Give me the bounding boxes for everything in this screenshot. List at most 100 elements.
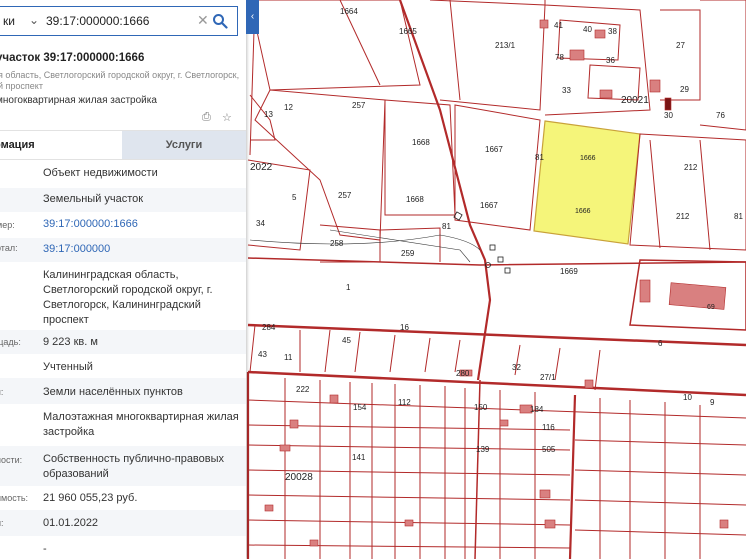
row-value: Собственность публично-правовых образова…	[43, 453, 225, 480]
row-key: и:	[0, 518, 4, 528]
label-1665: 1665	[399, 27, 417, 36]
label-81a: 81	[535, 153, 544, 162]
label-1664: 1664	[340, 7, 358, 16]
row-key: я:	[0, 387, 4, 397]
collapse-panel-button[interactable]: ‹	[246, 0, 259, 34]
row-extra: -	[0, 536, 246, 559]
label-284: 284	[262, 323, 276, 332]
search-bar[interactable]: ки ⌄ 39:17:000000:1666 ✕	[0, 6, 238, 36]
label-154: 154	[353, 403, 367, 412]
label-139: 139	[476, 445, 490, 454]
parcel-address: я область, Светлогорский городской округ…	[0, 70, 246, 92]
label-20028: 20028	[285, 472, 313, 483]
search-icon[interactable]	[212, 13, 228, 29]
row-area: щадь: 9 223 кв. м	[0, 330, 246, 354]
row-value-date: и: 01.01.2022	[0, 510, 246, 536]
label-1667b: 1667	[480, 201, 498, 210]
label-20021: 20021	[621, 95, 649, 106]
label-27: 27	[676, 41, 685, 50]
row-key: ности:	[0, 455, 23, 465]
cadastral-number-link[interactable]: 39:17:000000:1666	[43, 217, 243, 232]
row-value: 9 223 кв. м	[43, 336, 98, 348]
label-1668b: 1668	[406, 195, 424, 204]
quarter-link[interactable]: 39:17:000000	[43, 242, 243, 257]
label-259: 259	[401, 249, 415, 258]
row-value: -	[43, 543, 47, 555]
row-permitted-use: Малоэтажная многоквартирная жилая застро…	[0, 404, 246, 446]
row-key: мер:	[0, 220, 15, 230]
selected-parcel-1666[interactable]	[533, 120, 641, 245]
row-value: 21 960 055,23 руб.	[43, 492, 138, 504]
label-257b: 257	[338, 191, 352, 200]
label-505: 505	[542, 445, 556, 454]
row-cadastral-value: имость: 21 960 055,23 руб.	[0, 486, 246, 510]
label-78: 78	[555, 53, 564, 62]
label-9: 9	[710, 398, 715, 407]
chevron-down-icon[interactable]: ⌄	[29, 13, 39, 27]
label-1666b: 1666	[575, 208, 591, 215]
label-5: 5	[292, 193, 297, 202]
label-30: 30	[664, 111, 673, 120]
label-212b: 212	[676, 212, 690, 221]
label-141: 141	[352, 453, 366, 462]
row-object-type: Объект недвижимости	[0, 164, 246, 188]
label-13: 13	[264, 110, 273, 119]
label-150: 150	[474, 403, 488, 412]
label-213-1: 213/1	[495, 41, 516, 50]
label-81b: 81	[442, 222, 451, 231]
row-key: имость:	[0, 493, 29, 503]
tab-bar: рмация Услуги	[0, 130, 246, 160]
row-value: Учтенный	[43, 361, 93, 373]
row-value: 01.01.2022	[43, 517, 99, 529]
label-1668a: 1668	[412, 138, 430, 147]
label-1666a: 1666	[580, 155, 596, 162]
label-40: 40	[583, 25, 592, 34]
address-line-2: й проспект	[0, 81, 43, 91]
row-key: ртал:	[0, 243, 18, 253]
label-76: 76	[716, 111, 725, 120]
label-43: 43	[258, 350, 267, 359]
search-input[interactable]: 39:17:000000:1666	[46, 14, 149, 28]
search-prefix[interactable]: ки	[3, 14, 15, 28]
row-kind: Земельный участок	[0, 188, 246, 212]
star-icon[interactable]: ☆	[222, 111, 232, 124]
row-address: Калининградская область, Светлогорский г…	[0, 262, 246, 330]
label-116: 116	[542, 423, 555, 432]
label-69: 69	[707, 304, 715, 311]
address-line-1: я область, Светлогорский городской округ…	[0, 70, 240, 80]
label-1: 1	[346, 283, 351, 292]
tab-services[interactable]: Услуги	[122, 131, 246, 159]
label-280: 280	[456, 369, 470, 378]
label-45: 45	[342, 336, 351, 345]
parcel-purpose: многоквартирная жилая застройка	[0, 95, 157, 106]
label-1669: 1669	[560, 267, 578, 276]
row-cadastral-number: мер: 39:17:000000:1666	[0, 212, 246, 238]
row-quarter: ртал: 39:17:000000	[0, 238, 246, 262]
label-20022: 2022	[250, 162, 273, 173]
print-icon[interactable]: ⎙	[202, 111, 211, 124]
label-112: 112	[398, 398, 411, 407]
label-32: 32	[512, 363, 521, 372]
label-29: 29	[680, 85, 689, 94]
label-11: 11	[284, 353, 293, 362]
close-icon[interactable]: ✕	[197, 12, 209, 29]
label-41: 41	[554, 21, 563, 30]
row-value: Земельный участок	[43, 193, 144, 205]
label-1667a: 1667	[485, 145, 503, 154]
label-33: 33	[562, 86, 571, 95]
row-value: Калининградская область, Светлогорский г…	[43, 269, 213, 326]
row-ownership: ности: Собственность публично-правовых о…	[0, 446, 246, 486]
tab-info[interactable]: рмация	[0, 131, 122, 159]
parcel-title: участок 39:17:000000:1666	[0, 52, 145, 64]
label-34: 34	[256, 219, 265, 228]
row-category: я: Земли населённых пунктов	[0, 378, 246, 404]
label-27-1: 27/1	[540, 373, 556, 382]
row-key: щадь:	[0, 337, 21, 347]
label-184: 184	[530, 405, 544, 414]
row-value: Малоэтажная многоквартирная жилая застро…	[43, 411, 239, 438]
label-10: 10	[683, 393, 692, 402]
row-status: Учтенный	[0, 354, 246, 378]
row-value: Объект недвижимости	[43, 167, 158, 179]
label-212a: 212	[684, 163, 698, 172]
label-12: 12	[284, 103, 293, 112]
